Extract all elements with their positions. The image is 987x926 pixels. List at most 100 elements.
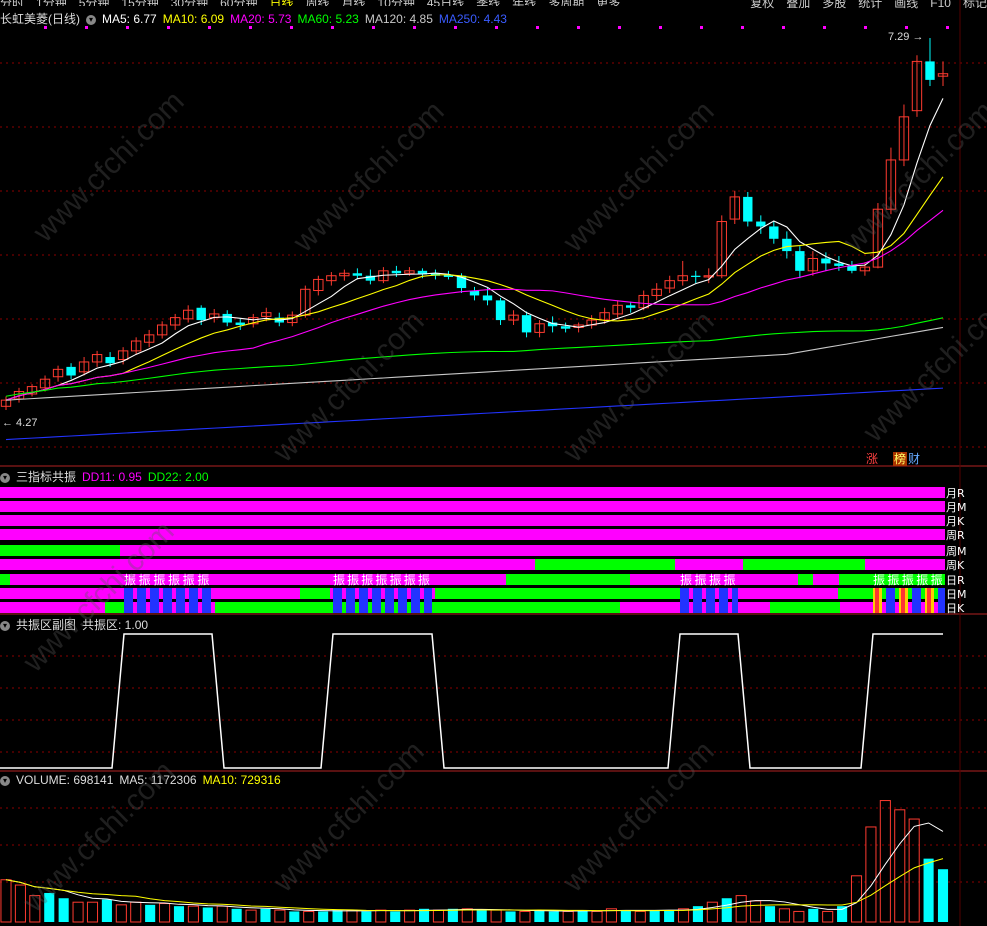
signal-dot — [741, 26, 744, 29]
volume-bar — [879, 800, 891, 923]
period-tab[interactable]: 15分钟 — [121, 0, 158, 6]
row-label: 日K — [946, 602, 965, 615]
signal-dot — [905, 26, 908, 29]
period-tab[interactable]: 30分钟 — [171, 0, 208, 6]
signal-dot — [782, 26, 785, 29]
volume-bar — [923, 858, 934, 922]
volume-bar — [216, 905, 228, 923]
volume-bar — [808, 908, 819, 922]
volume-bar — [432, 909, 445, 923]
volume-bar — [130, 901, 142, 923]
candle-body — [560, 326, 571, 329]
candle-body — [834, 263, 844, 266]
volume-bar — [837, 906, 848, 922]
period-tab[interactable]: 周线 — [305, 0, 329, 6]
resonance-stripe — [732, 588, 738, 613]
volume-bar — [361, 911, 372, 922]
volume-bar — [0, 879, 12, 923]
indicator2-value: 共振区: 1.00 — [82, 618, 149, 632]
tag-cai: 财 — [908, 452, 920, 466]
candle-body — [352, 273, 363, 276]
candle-body — [196, 307, 206, 321]
period-tab[interactable]: 年线 — [512, 0, 536, 6]
volume-bar — [404, 909, 416, 923]
volume-bar — [173, 906, 185, 922]
volume-bar — [231, 908, 242, 922]
signal-dot — [700, 26, 703, 29]
stock-name: 长虹美菱(日线) — [0, 12, 80, 26]
signal-dot — [618, 26, 621, 29]
toolbar-button[interactable]: 标记 — [963, 0, 987, 11]
period-tab[interactable]: 月线 — [342, 0, 366, 6]
resonance-row-segment — [105, 602, 125, 613]
zhen-label: 振 — [695, 573, 707, 587]
dropdown-icon[interactable]: ▾ — [86, 14, 96, 25]
volume-bar — [202, 907, 213, 922]
dropdown-icon[interactable]: ▾ — [0, 775, 10, 786]
volume-bar — [865, 826, 877, 923]
candle-body — [743, 196, 753, 222]
row-label: 日M — [946, 588, 967, 601]
resonance-row-segment — [435, 588, 683, 599]
row-label: 月R — [946, 487, 965, 500]
resonance-row-1 — [0, 501, 945, 512]
toolbar-button[interactable]: 复权 — [750, 0, 774, 11]
volume-bar — [375, 909, 387, 923]
period-tab[interactable]: 45日线 — [427, 0, 464, 6]
zhen-label: 振 — [390, 573, 402, 587]
toolbar-button[interactable]: F10 — [930, 0, 951, 10]
signal-dot — [577, 26, 580, 29]
volume-bar — [735, 895, 747, 923]
volume-bar — [101, 899, 112, 922]
toolbar-button[interactable]: 统计 — [858, 0, 882, 11]
ma60-label: MA60: 5.23 — [297, 12, 359, 26]
period-tab[interactable]: 季线 — [476, 0, 500, 6]
volume-bar — [14, 884, 26, 923]
volume-bar — [778, 908, 790, 923]
toolbar-button[interactable]: 叠加 — [786, 0, 810, 11]
period-tab[interactable]: 分时 — [0, 0, 24, 6]
toolbar-button[interactable]: 画线 — [894, 0, 918, 11]
period-tab[interactable]: 多周期 — [548, 0, 584, 6]
resonance-stripe — [150, 588, 159, 613]
row-label: 日R — [946, 574, 965, 587]
resonance-stripe — [901, 588, 905, 613]
volume-bar — [548, 911, 559, 922]
toolbar-button[interactable]: 多股 — [822, 0, 846, 11]
volume-bar — [245, 909, 257, 923]
period-tab[interactable]: 日线 — [269, 0, 293, 6]
resonance-step-line — [0, 633, 943, 769]
zhen-label: 振 — [347, 573, 359, 587]
period-tab[interactable]: 10分钟 — [378, 0, 415, 6]
resonance-stripe — [912, 588, 921, 613]
ma120-label: MA120: 4.85 — [364, 12, 433, 26]
zhen-label: 振 — [916, 573, 928, 587]
volume-bar — [620, 910, 631, 922]
period-tab[interactable]: 1分钟 — [36, 0, 67, 6]
period-tab[interactable]: 60分钟 — [220, 0, 257, 6]
resonance-stripe — [424, 588, 432, 613]
volume-bar — [303, 910, 315, 923]
tag-bang: 榜 — [894, 451, 906, 466]
volume-bar — [591, 910, 603, 923]
signal-dot — [864, 26, 867, 29]
volume-bar — [937, 869, 949, 922]
ma250-label: MA250: 4.43 — [438, 12, 507, 26]
zhen-label: 振 — [709, 573, 721, 587]
volume-bar — [390, 911, 401, 922]
dropdown-icon[interactable]: ▾ — [0, 620, 10, 631]
resonance-row-segment — [0, 559, 535, 570]
volume-bar — [822, 910, 834, 923]
period-tab[interactable]: 更多 — [596, 0, 620, 6]
volume-bar — [58, 898, 69, 922]
dropdown-icon[interactable]: ▾ — [0, 472, 10, 483]
volume-bar — [764, 906, 776, 922]
zhen-label: 振 — [153, 573, 165, 587]
resonance-stripe — [385, 588, 394, 613]
volume-bar — [289, 911, 300, 922]
candle-body — [391, 270, 402, 274]
period-tab[interactable]: 5分钟 — [79, 0, 110, 6]
volume-ma5: MA5: 1172306 — [119, 773, 197, 787]
indicator1-title: 三指标共振 — [16, 470, 77, 484]
resonance-row-segment — [0, 602, 105, 613]
